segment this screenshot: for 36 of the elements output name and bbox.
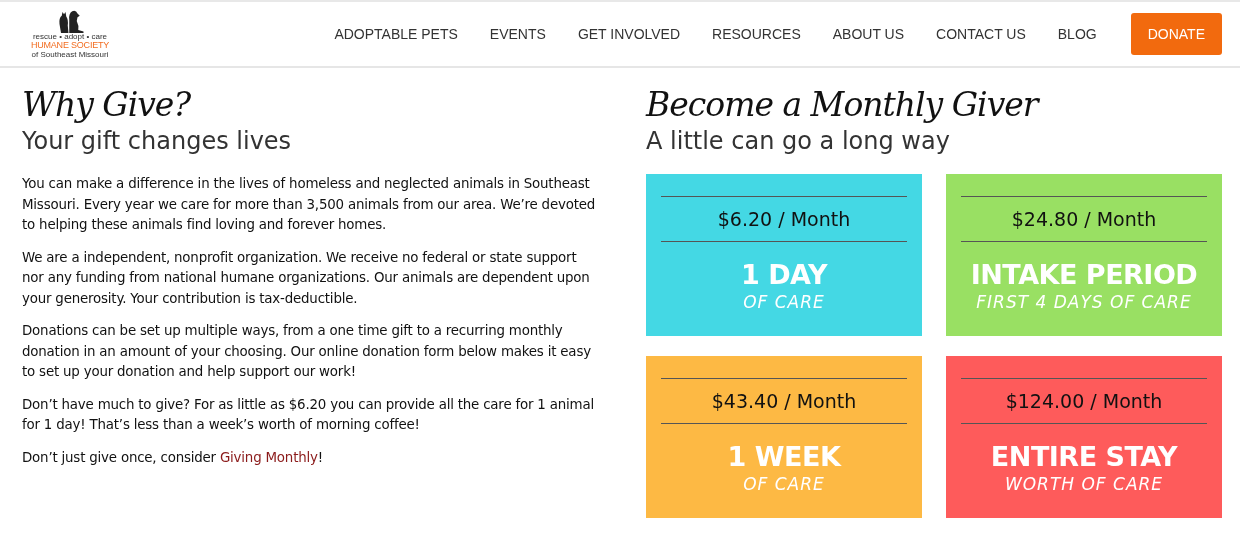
card-headline: 1 WEEK xyxy=(726,440,843,474)
card-price: $6.20 / Month xyxy=(661,196,907,242)
paragraph: We are a independent, nonprofit organization. We receive no federal or state support nor any funding from national humane organizations. Our animals are dependent upon your generosity. Your contribution is tax-deductible. xyxy=(22,248,591,308)
giving-card[interactable]: $124.00 / Month ENTIRE STAY WORTH OF CARE xyxy=(946,356,1222,518)
card-headline: 1 DAY xyxy=(740,258,829,292)
logo-subtitle: of Southeast Missouri xyxy=(31,50,109,60)
giving-monthly-link[interactable]: Giving Monthly xyxy=(219,449,318,465)
card-price: $124.00 / Month xyxy=(961,378,1207,424)
giving-card[interactable]: $6.20 / Month 1 DAY OF CARE xyxy=(646,174,922,336)
logo-name: HUMANE SOCIETY xyxy=(30,41,110,51)
giving-card[interactable]: $24.80 / Month INTAKE PERIOD FIRST 4 DAYS OF CARE xyxy=(946,174,1222,336)
card-headline: INTAKE PERIOD xyxy=(969,258,1199,292)
nav-link[interactable]: CONTACT US xyxy=(920,26,1042,42)
paragraph: You can make a difference in the lives of homeless and neglected animals in Southeast Missouri. Every year we care for more than 3,500 animals from our area. We’re devoted to helping these animals find loving and forever homes. xyxy=(22,175,597,234)
card-headline: ENTIRE STAY xyxy=(989,440,1179,474)
card-detail: WORTH OF CARE xyxy=(1003,474,1165,494)
section-title: Why Give? xyxy=(22,84,192,126)
giving-card[interactable]: $43.40 / Month 1 WEEK OF CARE xyxy=(646,356,922,518)
logo-tagline: rescue • adopt • care xyxy=(32,32,108,41)
nav-link[interactable]: ADOPTABLE PETS xyxy=(318,26,474,42)
nav-link[interactable]: EVENTS xyxy=(473,26,562,42)
nav-link[interactable]: ABOUT US xyxy=(816,26,921,42)
paragraph: Don’t have much to give? For as little as $6.20 you can provide all the care for 1 animal for 1 day! That’s less than a week’s worth of morning coffee! xyxy=(22,395,595,434)
section-title: Become a Monthly Giver xyxy=(646,84,1041,126)
section-subtitle: Your gift changes lives xyxy=(22,126,293,156)
card-detail: OF CARE xyxy=(742,474,826,494)
card-detail: FIRST 4 DAYS OF CARE xyxy=(975,292,1193,312)
card-price: $43.40 / Month xyxy=(661,378,907,424)
paragraph: Don’t just give once, consider Giving Monthly! xyxy=(22,448,324,467)
nav-link[interactable]: GET INVOLVED xyxy=(561,26,697,42)
card-price: $24.80 / Month xyxy=(961,196,1207,242)
paragraph: Donations can be set up multiple ways, from a one time gift to a recurring monthly donation in an amount of your choosing. Our online donation form below makes it easy to set up your donation and help support our work! xyxy=(22,322,592,381)
nav-link[interactable]: BLOG xyxy=(1041,26,1113,42)
section-subtitle: A little can go a long way xyxy=(646,126,951,156)
nav-link[interactable]: RESOURCES xyxy=(696,26,817,42)
card-detail: OF CARE xyxy=(742,292,826,312)
